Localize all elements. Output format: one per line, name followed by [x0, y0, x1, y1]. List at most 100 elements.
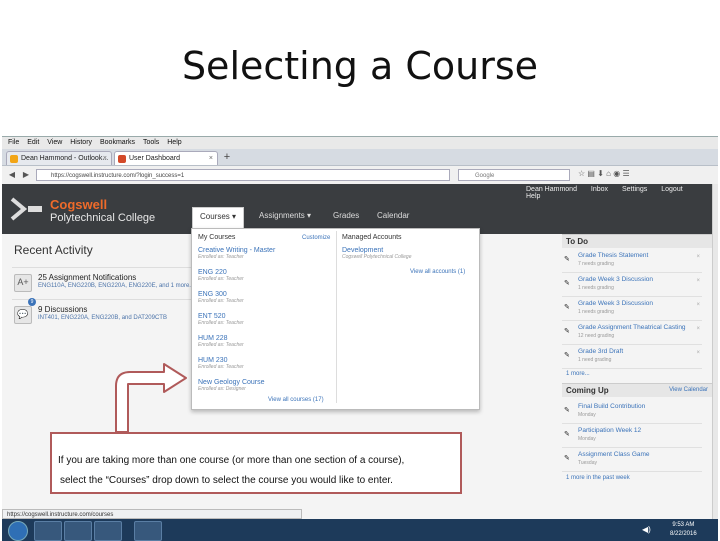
- dismiss-icon[interactable]: ×: [696, 278, 700, 284]
- menu-file[interactable]: File: [8, 137, 19, 149]
- course-item[interactable]: HUM 228 Enrolled as: Teacher: [198, 335, 328, 355]
- callout-text-line1: If you are taking more than one course (…: [58, 455, 405, 466]
- settings-link[interactable]: Settings: [622, 186, 647, 193]
- coming-title[interactable]: Assignment Class Game: [578, 451, 650, 458]
- course-name[interactable]: ENT 520: [198, 313, 328, 320]
- activity-title[interactable]: 9 Discussions: [38, 305, 87, 314]
- coming-item[interactable]: ✎ Assignment Class Game Tuesday: [562, 449, 702, 472]
- course-name[interactable]: New Geology Course: [198, 379, 328, 386]
- course-item[interactable]: ENG 220 Enrolled as: Teacher: [198, 269, 328, 289]
- coming-sub: Monday: [578, 412, 596, 418]
- menu-bookmarks[interactable]: Bookmarks: [100, 137, 135, 149]
- dismiss-icon[interactable]: ×: [696, 254, 700, 260]
- course-enrollment: Enrolled as: Teacher: [198, 342, 244, 348]
- status-url: https://cogswell.instructure.com/courses: [7, 512, 114, 518]
- forward-icon[interactable]: ▶: [20, 169, 32, 181]
- courses-nav-tab[interactable]: Courses ▾: [192, 207, 245, 230]
- menu-history[interactable]: History: [70, 137, 92, 149]
- user-name-link[interactable]: Dean Hammond: [526, 186, 577, 193]
- past-week-link[interactable]: 1 more in the past week: [566, 475, 630, 481]
- header-links: Dean Hammond Inbox Settings Logout Help: [526, 186, 718, 200]
- menu-edit[interactable]: Edit: [27, 137, 39, 149]
- new-tab-button[interactable]: +: [220, 151, 234, 164]
- grades-nav-tab[interactable]: Grades: [326, 207, 366, 229]
- todo-item[interactable]: ✎ Grade 3rd Draft 1 need grading ×: [562, 346, 702, 369]
- activity-courses[interactable]: ENG110A, ENG220B, ENG220A, ENG220E, and …: [38, 283, 194, 289]
- windows-start-icon[interactable]: [8, 521, 28, 541]
- todo-title[interactable]: Grade Week 3 Discussion: [578, 300, 653, 307]
- todo-item[interactable]: ✎ Grade Assignment Theatrical Casting 12…: [562, 322, 702, 345]
- dismiss-icon[interactable]: ×: [696, 302, 700, 308]
- course-item[interactable]: ENG 300 Enrolled as: Teacher: [198, 291, 328, 311]
- view-calendar-link[interactable]: View Calendar: [669, 384, 708, 397]
- activity-row-assignments[interactable]: A+ 25 Assignment Notifications ENG110A, …: [12, 267, 194, 298]
- pocket-icon[interactable]: ◉: [613, 169, 620, 178]
- dismiss-icon[interactable]: ×: [696, 326, 700, 332]
- course-name[interactable]: HUM 228: [198, 335, 328, 342]
- dismiss-icon[interactable]: ×: [696, 350, 700, 356]
- slide-title: Selecting a Course: [181, 44, 539, 88]
- view-all-courses-link[interactable]: View all courses (17): [268, 397, 324, 403]
- tab-dashboard[interactable]: User Dashboard ×: [114, 151, 218, 165]
- grades-nav-label: Grades: [333, 211, 360, 220]
- bookmarks-icon[interactable]: ▤: [587, 169, 595, 178]
- menu-help[interactable]: Help: [167, 137, 181, 149]
- search-input[interactable]: Google: [458, 169, 570, 181]
- course-name[interactable]: ENG 300: [198, 291, 328, 298]
- ie-taskbar-icon[interactable]: [34, 521, 62, 541]
- course-name[interactable]: ENG 220: [198, 269, 328, 276]
- course-item[interactable]: ENT 520 Enrolled as: Teacher: [198, 313, 328, 333]
- todo-title[interactable]: Grade 3rd Draft: [578, 348, 623, 355]
- right-sidebar: To Do ✎ Grade Thesis Statement 7 needs g…: [562, 234, 712, 514]
- course-name[interactable]: HUM 230: [198, 357, 328, 364]
- activity-row-discussions[interactable]: 💬 9 9 Discussions INT401, ENG220A, ENG22…: [12, 298, 194, 330]
- inbox-link[interactable]: Inbox: [591, 186, 608, 193]
- todo-item[interactable]: ✎ Grade Week 3 Discussion 1 needs gradin…: [562, 298, 702, 321]
- todo-item[interactable]: ✎ Grade Thesis Statement 7 needs grading…: [562, 250, 702, 273]
- todo-more-link[interactable]: 1 more...: [566, 371, 590, 377]
- tab-outlook[interactable]: Dean Hammond - Outlook... ×: [6, 151, 112, 165]
- download-icon[interactable]: ⬇: [597, 169, 604, 178]
- firefox-taskbar-icon[interactable]: [94, 521, 122, 541]
- activity-title[interactable]: 25 Assignment Notifications: [38, 273, 136, 282]
- hamburger-menu-icon[interactable]: ☰: [622, 169, 629, 178]
- view-all-accounts-link[interactable]: View all accounts (1): [410, 269, 465, 275]
- todo-item[interactable]: ✎ Grade Week 3 Discussion 1 needs gradin…: [562, 274, 702, 297]
- coming-item[interactable]: ✎ Final Build Contribution Monday: [562, 401, 702, 424]
- explorer-taskbar-icon[interactable]: [64, 521, 92, 541]
- taskbar-clock[interactable]: 9:53 AM 8/22/2016: [670, 521, 697, 539]
- close-icon[interactable]: ×: [103, 152, 107, 165]
- search-placeholder: Google: [475, 173, 495, 179]
- course-item[interactable]: HUM 230 Enrolled as: Teacher: [198, 357, 328, 377]
- account-name[interactable]: Development: [342, 247, 472, 254]
- coming-title[interactable]: Final Build Contribution: [578, 403, 645, 410]
- calendar-nav-tab[interactable]: Calendar: [370, 207, 416, 229]
- help-link[interactable]: Help: [526, 193, 540, 200]
- activity-courses[interactable]: INT401, ENG220A, ENG220B, and DAT209CTB: [38, 315, 167, 321]
- caret-down-icon: ▾: [307, 211, 312, 220]
- powerpoint-taskbar-icon[interactable]: [134, 521, 162, 541]
- todo-title[interactable]: Grade Week 3 Discussion: [578, 276, 653, 283]
- page-scrollbar[interactable]: [712, 184, 718, 524]
- customize-link[interactable]: Customize: [302, 235, 330, 241]
- menu-tools[interactable]: Tools: [143, 137, 159, 149]
- course-name[interactable]: Creative Writing - Master: [198, 247, 328, 254]
- assignments-nav-tab[interactable]: Assignments ▾: [252, 207, 318, 229]
- url-field[interactable]: https://cogswell.instructure.com/?login_…: [36, 169, 450, 181]
- coming-sub: Tuesday: [578, 460, 597, 466]
- account-item[interactable]: Development Cogswell Polytechnical Colle…: [342, 247, 472, 267]
- course-item[interactable]: New Geology Course Enrolled as: Designer: [198, 379, 328, 399]
- home-icon[interactable]: ⌂: [606, 169, 611, 178]
- todo-title[interactable]: Grade Assignment Theatrical Casting: [578, 324, 686, 331]
- discussion-icon: 💬: [14, 306, 32, 324]
- logout-link[interactable]: Logout: [661, 186, 682, 193]
- back-icon[interactable]: ◀: [6, 169, 18, 181]
- course-item[interactable]: Creative Writing - Master Enrolled as: T…: [198, 247, 328, 267]
- volume-icon[interactable]: ◀): [642, 525, 651, 534]
- close-icon[interactable]: ×: [209, 152, 213, 165]
- menu-view[interactable]: View: [47, 137, 62, 149]
- star-icon[interactable]: ☆: [578, 169, 585, 178]
- coming-title[interactable]: Participation Week 12: [578, 427, 641, 434]
- todo-title[interactable]: Grade Thesis Statement: [578, 252, 648, 259]
- coming-item[interactable]: ✎ Participation Week 12 Monday: [562, 425, 702, 448]
